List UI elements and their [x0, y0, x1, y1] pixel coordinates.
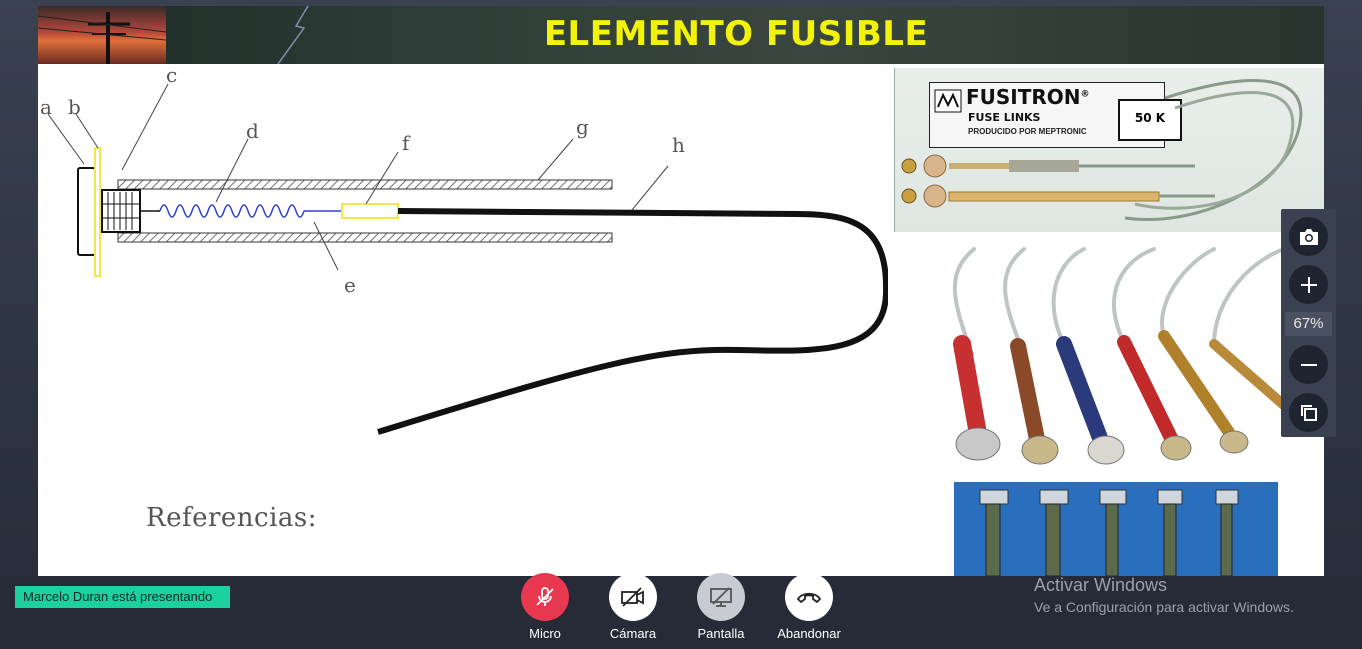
screen-share-button[interactable] [697, 573, 745, 621]
leave-control[interactable]: Abandonar [774, 573, 844, 641]
windows-activation-title: Activar Windows [1034, 575, 1168, 595]
diagram-label-d: d [246, 119, 259, 143]
plus-icon [1300, 276, 1317, 293]
mic-label: Micro [529, 626, 561, 641]
slide-header: ELEMENTO FUSIBLE [38, 6, 1324, 64]
diagram-label-g: g [576, 115, 589, 139]
minus-icon [1300, 363, 1317, 366]
camera-control[interactable]: Cámara [598, 573, 668, 641]
camera-off-icon [621, 587, 644, 607]
leave-label: Abandonar [777, 626, 841, 641]
mic-control[interactable]: Micro [510, 573, 580, 641]
camera-toggle-button[interactable] [609, 573, 657, 621]
popout-button[interactable] [1289, 393, 1328, 432]
windows-activation-subtitle: Ve a Configuración para activar Windows. [1034, 599, 1294, 615]
screen-label: Pantalla [697, 626, 745, 641]
zoom-out-button[interactable] [1289, 345, 1328, 384]
presenter-badge: Marcelo Duran está presentando [15, 586, 230, 608]
shared-slide: ELEMENTO FUSIBLE a b c d e f g h Referen… [38, 6, 1324, 576]
zoom-toolbar: 67% [1281, 209, 1336, 437]
camera-icon [1299, 228, 1318, 245]
diagram-label-f: f [402, 131, 411, 155]
screen-share-icon [710, 587, 732, 607]
diagram-label-h: h [672, 133, 685, 157]
fuse-holders-photo [954, 482, 1278, 576]
diagram-label-e: e [344, 273, 356, 297]
diagram-label-a: a [40, 95, 52, 119]
zoom-level: 67% [1285, 312, 1332, 336]
fuse-link-illustration [901, 79, 1303, 221]
mic-off-icon [536, 587, 554, 606]
references-heading: Referencias: [146, 503, 318, 533]
fuse-diagram: a b c d e f g h [40, 64, 888, 435]
screenshot-button[interactable] [1289, 217, 1328, 256]
camera-label: Cámara [609, 626, 657, 641]
slide-title: ELEMENTO FUSIBLE [543, 14, 929, 54]
diagram-label-b: b [68, 95, 81, 119]
diagram-label-c: c [166, 64, 177, 87]
fuse-cartridges-photo [953, 247, 1299, 465]
popout-window-icon [1300, 404, 1317, 421]
zoom-in-button[interactable] [1289, 265, 1328, 304]
mic-toggle-button[interactable] [521, 573, 569, 621]
leave-call-button[interactable] [785, 573, 833, 621]
hangup-icon [797, 592, 821, 603]
fuse-package-photo: FUSITRON® FUSE LINKS PRODUCIDO POR MEPTR… [894, 68, 1324, 232]
screen-control[interactable]: Pantalla [686, 573, 756, 641]
